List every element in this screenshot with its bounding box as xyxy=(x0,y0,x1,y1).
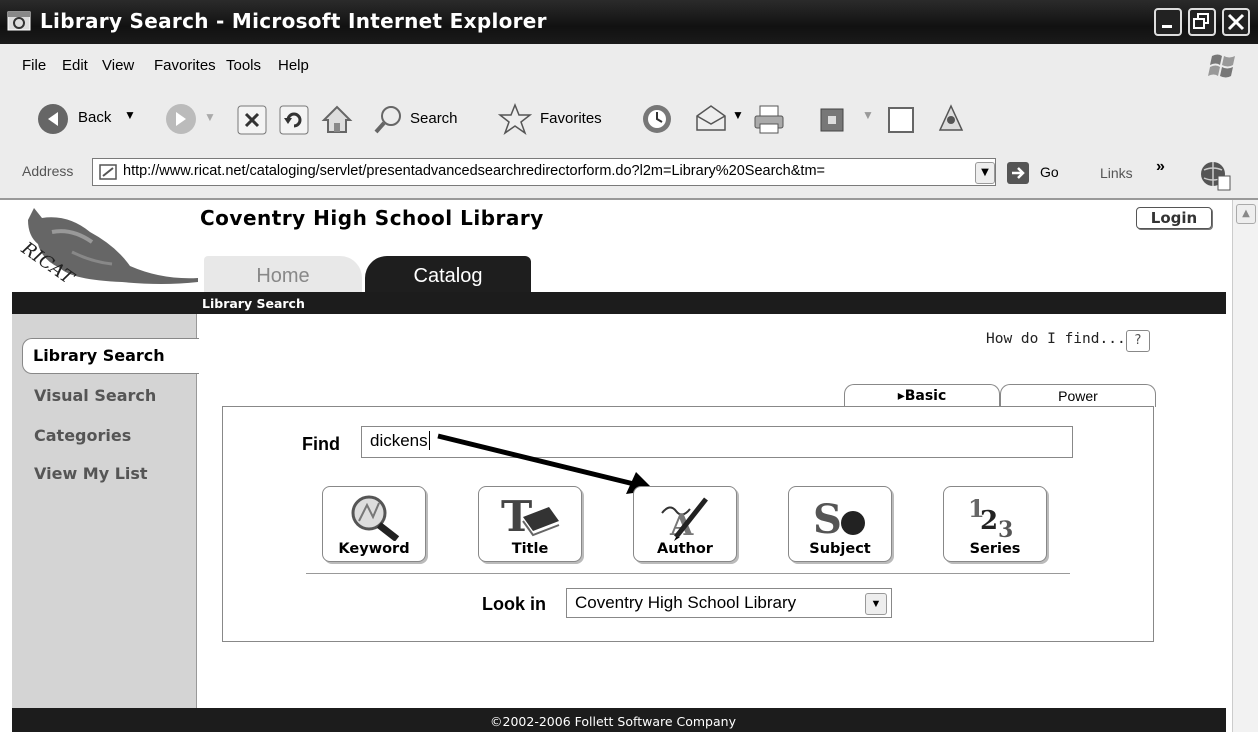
svg-text:A: A xyxy=(669,508,694,541)
mail-icon[interactable] xyxy=(694,102,728,136)
menu-file[interactable]: File xyxy=(22,57,46,74)
close-icon xyxy=(1227,13,1245,31)
nav-item-categories[interactable]: Categories xyxy=(34,426,131,445)
look-in-select[interactable]: Coventry High School Library ▼ xyxy=(566,588,892,618)
favorites-label: Favorites xyxy=(540,110,602,127)
messenger-icon[interactable] xyxy=(934,102,968,136)
chevron-down-icon[interactable]: ▼ xyxy=(865,593,887,615)
download-globe-icon[interactable] xyxy=(1198,158,1232,192)
back-label: Back xyxy=(78,109,112,126)
minimize-button[interactable] xyxy=(1154,8,1182,36)
search-label: Search xyxy=(410,110,458,127)
title-book-icon: T xyxy=(501,492,560,541)
subject-search-button[interactable]: S Subject xyxy=(788,486,892,562)
svg-text:2: 2 xyxy=(980,506,998,536)
tab-home[interactable]: Home xyxy=(204,256,362,292)
edit-icon[interactable] xyxy=(818,106,846,134)
back-arrow-icon xyxy=(38,104,68,134)
series-search-button[interactable]: 1 2 3 Series xyxy=(943,486,1047,562)
back-button[interactable]: Back ▼ xyxy=(36,100,146,138)
menu-view[interactable]: View xyxy=(102,57,134,74)
school-library-title: Coventry High School Library xyxy=(200,206,544,230)
print-icon[interactable] xyxy=(752,102,786,136)
menu-favorites[interactable]: Favorites xyxy=(154,57,216,74)
menu-tools[interactable]: Tools xyxy=(226,57,261,74)
discuss-icon[interactable] xyxy=(886,104,918,136)
author-search-button[interactable]: A Author xyxy=(633,486,737,562)
search-icon xyxy=(374,106,401,134)
footer-copyright: ©2002-2006 Follett Software Company xyxy=(490,714,736,729)
menu-edit[interactable]: Edit xyxy=(62,57,88,74)
stop-icon[interactable] xyxy=(236,104,268,136)
refresh-icon[interactable] xyxy=(278,104,310,136)
page-icon xyxy=(99,164,117,180)
forward-button[interactable]: ▼ xyxy=(164,102,224,136)
toolbar: Back ▼ ▼ Search Favorites ▼ ▼ xyxy=(0,88,1258,151)
favorites-star-icon xyxy=(498,102,532,135)
title-label: Title xyxy=(511,541,549,557)
subject-icon: S xyxy=(813,496,865,541)
go-arrow-icon xyxy=(1007,162,1029,184)
links-button[interactable]: Links » xyxy=(1100,158,1176,188)
look-in-label: Look in xyxy=(482,594,546,614)
window-title-bar: Library Search - Microsoft Internet Expl… xyxy=(0,0,1258,44)
home-icon[interactable] xyxy=(320,102,354,136)
help-button[interactable]: ? xyxy=(1126,330,1150,352)
author-label: Author xyxy=(657,541,713,557)
windows-logo-icon xyxy=(1208,54,1235,78)
series-label: Series xyxy=(969,541,1021,557)
how-do-i-find-link[interactable]: How do I find... xyxy=(986,331,1126,347)
address-label: Address xyxy=(22,163,74,179)
window-title: Library Search - Microsoft Internet Expl… xyxy=(40,9,547,33)
breadcrumb: Library Search xyxy=(202,296,305,311)
login-button[interactable]: Login xyxy=(1136,207,1212,229)
edit-dropdown-icon[interactable]: ▼ xyxy=(862,108,874,122)
menu-bar: File Edit View Favorites Tools Help xyxy=(0,44,1258,89)
find-input-value: dickens xyxy=(370,431,428,450)
magnifier-icon xyxy=(351,495,400,541)
restore-button[interactable] xyxy=(1188,8,1216,36)
author-pen-icon: A xyxy=(661,497,708,541)
back-dropdown-icon[interactable]: ▼ xyxy=(124,108,136,122)
mail-dropdown-icon[interactable]: ▼ xyxy=(732,108,744,122)
breadcrumb-bar xyxy=(12,292,1226,314)
nav-item-library-search[interactable]: Library Search xyxy=(22,338,199,374)
address-input[interactable]: http://www.ricat.net/cataloging/servlet/… xyxy=(92,158,996,186)
subject-label: Subject xyxy=(809,541,871,557)
tab-power[interactable]: Power xyxy=(1000,384,1156,407)
restore-icon xyxy=(1193,13,1209,29)
find-label: Find xyxy=(302,434,340,454)
minimize-icon xyxy=(1162,25,1172,28)
tab-basic[interactable]: ▸Basic xyxy=(844,384,1000,407)
go-button[interactable]: Go xyxy=(1006,158,1076,188)
svg-text:S: S xyxy=(813,496,842,541)
favorites-button[interactable]: Favorites xyxy=(498,102,628,136)
nav-item-view-my-list[interactable]: View My List xyxy=(34,464,148,483)
go-label: Go xyxy=(1040,164,1059,180)
search-button[interactable]: Search xyxy=(372,102,482,136)
address-dropdown-icon[interactable]: ▼ xyxy=(975,162,995,184)
series-123-icon: 1 2 3 xyxy=(968,494,1013,541)
close-button[interactable] xyxy=(1222,8,1250,36)
vertical-scrollbar[interactable]: ▲ xyxy=(1232,200,1258,732)
nav-item-visual-search[interactable]: Visual Search xyxy=(34,386,156,405)
history-icon[interactable] xyxy=(640,102,674,136)
forward-arrow-icon xyxy=(166,104,196,134)
links-label: Links xyxy=(1100,165,1133,181)
keyword-label: Keyword xyxy=(338,541,410,557)
nav-item-label: Library Search xyxy=(33,346,165,365)
divider xyxy=(306,573,1070,574)
svg-text:3: 3 xyxy=(998,517,1013,541)
menu-help[interactable]: Help xyxy=(278,57,309,74)
look-in-value: Coventry High School Library xyxy=(575,593,797,612)
scroll-up-icon[interactable]: ▲ xyxy=(1236,204,1256,224)
chevron-right-icon: » xyxy=(1156,158,1165,175)
keyword-search-button[interactable]: Keyword xyxy=(322,486,426,562)
address-url: http://www.ricat.net/cataloging/servlet/… xyxy=(123,163,825,179)
internet-explorer-icon xyxy=(7,11,31,31)
tab-catalog[interactable]: Catalog xyxy=(365,256,531,292)
ricat-cat-logo: RICAT xyxy=(17,208,198,290)
title-search-button[interactable]: T Title xyxy=(478,486,582,562)
